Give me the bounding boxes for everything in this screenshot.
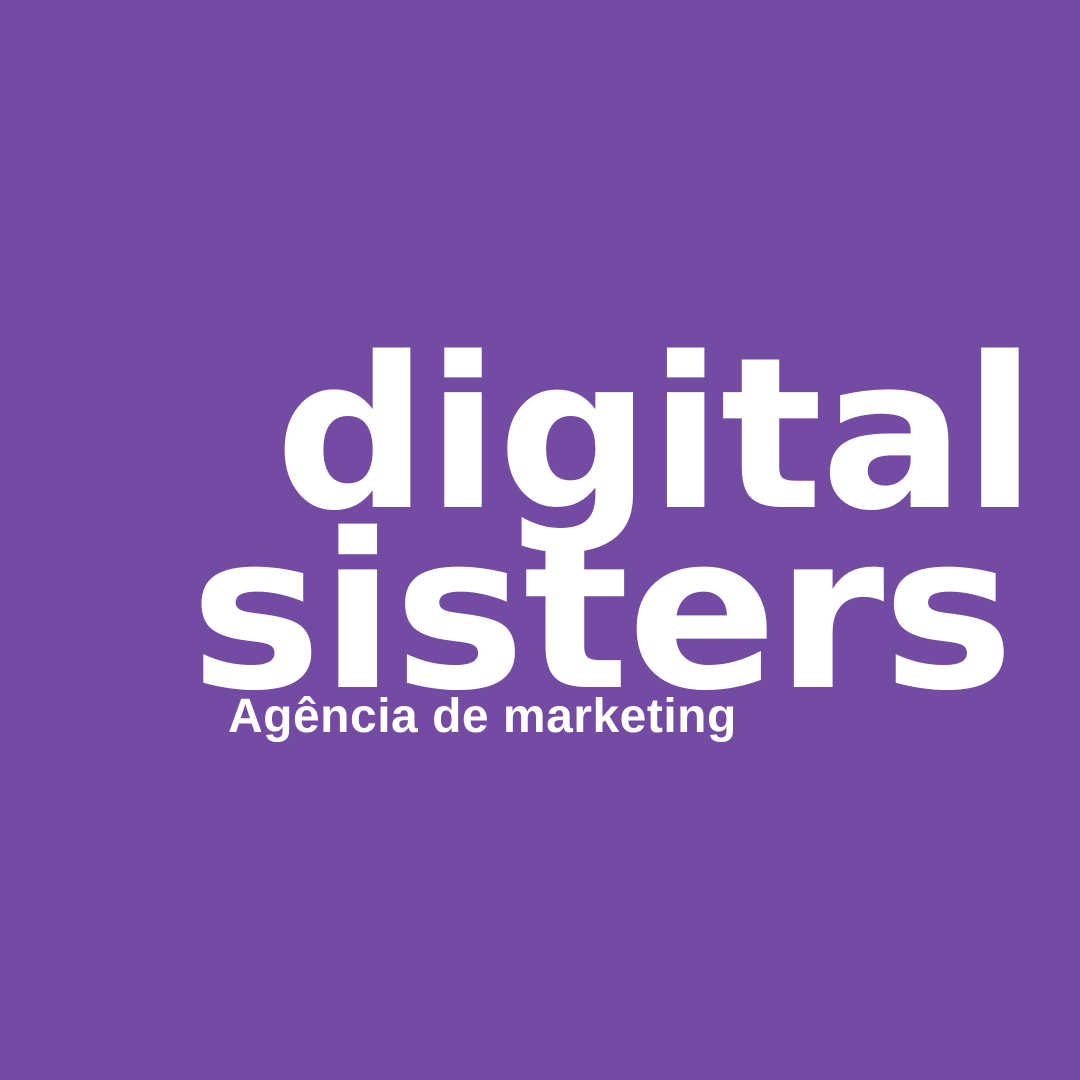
logo-tagline: Agência de marketing [228,690,737,743]
brand-logo: digital sisters Agência de marketing [0,0,1080,1080]
logo-word-sisters: sisters [190,487,1014,738]
